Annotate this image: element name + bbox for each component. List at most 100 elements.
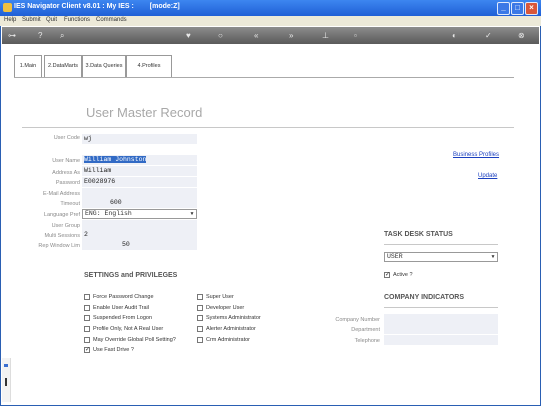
suspended-label: Suspended From Logon (93, 315, 153, 321)
close-button[interactable]: × (525, 2, 538, 15)
profile-only-checkbox[interactable] (84, 326, 90, 332)
language-select-value: ENG: English (85, 210, 132, 217)
password-field[interactable]: E0028976 (82, 177, 197, 187)
company-number-field[interactable] (384, 314, 498, 324)
menu-bar: Help Submit Quit Functions Commands (0, 16, 541, 26)
suspended-checkbox[interactable] (84, 315, 90, 321)
sysadmin-checkbox[interactable] (197, 315, 203, 321)
override-poll-checkbox[interactable] (84, 337, 90, 343)
minimize-button[interactable]: _ (497, 2, 510, 15)
fast-drive-label: Use Fast Drive ? (93, 347, 134, 353)
email-field[interactable] (82, 188, 197, 198)
update-link[interactable]: Update (478, 173, 497, 179)
task-desk-status-select[interactable]: USER ▼ (384, 252, 498, 262)
developer-user-label: Developer User (206, 305, 245, 311)
help-icon[interactable]: ? (38, 31, 42, 40)
user-code-field[interactable]: wj (82, 134, 197, 144)
left-side-strip (2, 358, 11, 402)
menu-quit[interactable]: Quit (46, 17, 57, 23)
window-title: IES Navigator Client v8.01 : My IES : (14, 3, 134, 10)
back-arrow-icon[interactable]: ◐ (452, 31, 457, 40)
alerter-admin-checkbox[interactable] (197, 326, 203, 332)
user-name-field[interactable]: William Johnston (82, 155, 197, 165)
favorite-icon[interactable]: ♥ (186, 31, 191, 40)
alerter-admin-label: Alerter Administrator (206, 326, 256, 332)
forward-icon[interactable]: » (289, 31, 293, 40)
override-poll-label: May Override Global Poll Setting? (93, 337, 176, 343)
crm-admin-label: Crm Administrator (206, 337, 251, 343)
menu-functions[interactable]: Functions (64, 17, 90, 23)
language-label: Language Pref (43, 212, 80, 218)
timeout-label: Timeout (60, 201, 80, 207)
timeout-field[interactable]: 600 (82, 198, 197, 208)
user-name-selected-text: William Johnston (84, 156, 147, 163)
side-handle-icon[interactable] (4, 364, 8, 367)
title-divider (22, 127, 514, 128)
menu-submit[interactable]: Submit (22, 17, 41, 23)
user-group-field[interactable] (82, 220, 197, 230)
tab-main[interactable]: 1.Main (14, 55, 42, 78)
fast-drive-checkbox[interactable]: ✓ (84, 347, 90, 353)
company-number-label: Company Number (335, 317, 380, 323)
tab-data-queries[interactable]: 3.Data Queries (82, 55, 126, 78)
search-icon[interactable]: ⌕ (60, 31, 64, 40)
maximize-button[interactable]: □ (511, 2, 524, 15)
task-desk-divider (384, 244, 498, 245)
super-user-checkbox[interactable] (197, 294, 203, 300)
company-divider (384, 307, 498, 308)
chevron-down-icon[interactable]: ▼ (490, 254, 496, 260)
password-label: Password (55, 180, 80, 186)
key-icon[interactable]: ⊶ (8, 31, 16, 40)
settings-heading: SETTINGS and PRIVILEGES (84, 272, 178, 279)
department-field[interactable] (384, 324, 498, 334)
business-profiles-link[interactable]: Business Profiles (453, 152, 499, 158)
task-desk-status-value: USER (387, 253, 403, 260)
tab-datamarts[interactable]: 2.DataMarts (44, 55, 82, 78)
multi-sessions-field[interactable]: 2 (82, 230, 197, 240)
address-as-label: Address As (52, 170, 80, 176)
side-marker-icon (5, 378, 7, 386)
audit-trail-label: Enable User Audit Trail (93, 305, 149, 311)
rep-window-label: Rep Window Lim (38, 243, 80, 249)
sysadmin-label: Systems Administrator (206, 315, 261, 321)
check-icon[interactable]: ✓ (485, 31, 492, 40)
tab-profiles[interactable]: 4.Profiles (126, 55, 172, 78)
department-label: Department (351, 327, 380, 333)
email-label: E-Mail Address (43, 191, 80, 197)
developer-user-checkbox[interactable] (197, 305, 203, 311)
rep-window-field[interactable]: 50 (82, 240, 197, 250)
user-group-label: User Group (51, 223, 80, 229)
page-title: User Master Record (86, 105, 203, 120)
title-bar: IES Navigator Client v8.01 : My IES : [m… (0, 0, 541, 16)
language-select[interactable]: ENG: English ▼ (82, 209, 197, 219)
crm-admin-checkbox[interactable] (197, 337, 203, 343)
window-mode: [mode:Z] (149, 3, 180, 10)
toolbar: ⊶ ? ⌕ ♥ ○ « » ⊥ ▫ ◐ ✓ ⊗ (2, 27, 539, 44)
company-heading: COMPANY INDICATORS (384, 294, 464, 301)
active-checkbox[interactable]: ✓ (384, 272, 390, 278)
back-icon[interactable]: « (254, 31, 258, 40)
tab-bar: 1.Main 2.DataMarts 3.Data Queries 4.Prof… (14, 55, 186, 78)
telephone-field[interactable] (384, 335, 498, 345)
force-password-label: Force Password Change (93, 294, 154, 300)
save-icon[interactable]: ▫ (354, 31, 357, 40)
pin-icon[interactable]: ⊥ (322, 31, 329, 40)
chevron-down-icon[interactable]: ▼ (189, 211, 195, 217)
close-x-icon[interactable]: ⊗ (518, 31, 525, 40)
super-user-label: Super User (206, 294, 234, 300)
task-desk-heading: TASK DESK STATUS (384, 231, 453, 238)
telephone-label: Telephone (354, 338, 380, 344)
menu-commands[interactable]: Commands (96, 17, 127, 23)
menu-help[interactable]: Help (4, 17, 16, 23)
address-as-field[interactable]: William (82, 166, 197, 176)
profile-only-label: Profile Only, Not A Real User (93, 326, 164, 332)
multi-sessions-label: Multi Sessions (44, 233, 80, 239)
app-logo-icon (3, 3, 12, 12)
active-label: Active ? (393, 272, 413, 278)
tab-content-border (14, 77, 514, 78)
user-code-label: User Code (53, 135, 80, 141)
refresh-icon[interactable]: ○ (218, 31, 223, 40)
audit-trail-checkbox[interactable] (84, 305, 90, 311)
force-password-checkbox[interactable] (84, 294, 90, 300)
user-name-label: User Name (52, 158, 80, 164)
